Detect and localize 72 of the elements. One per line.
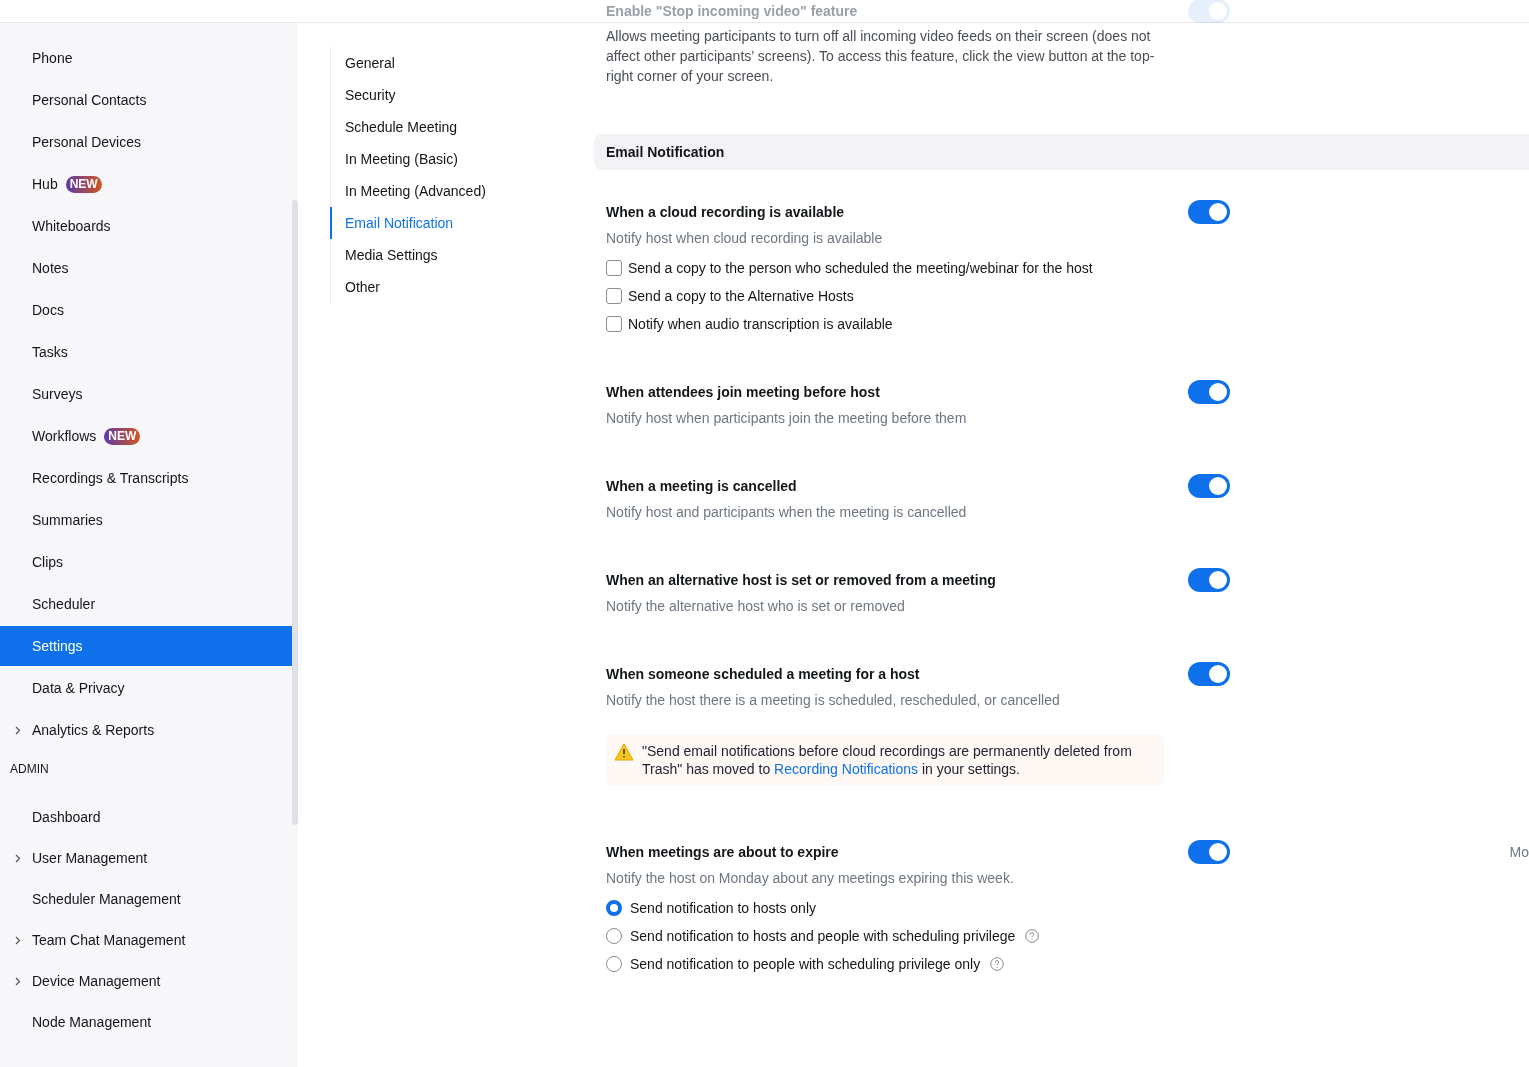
- setting-title: Enable "Stop incoming video" feature: [606, 1, 858, 21]
- help-icon[interactable]: [990, 957, 1005, 971]
- setting-description: Notify host when participants join the meeting before them: [606, 409, 968, 428]
- toggle-switch[interactable]: [1188, 568, 1230, 592]
- checkbox[interactable]: [606, 288, 622, 304]
- sidebar-item[interactable]: Analytics & Reports: [0, 710, 292, 750]
- setting-title: When a meeting is cancelled: [606, 477, 798, 496]
- option-label: Notify when audio transcription is available: [628, 314, 893, 334]
- notice-text: "Send email notifications before cloud recordings are permanently deleted from Trash" has moved to Recording Notifications in your settings.: [642, 742, 1133, 778]
- section-heading: ADMIN: [9, 761, 50, 778]
- toggle-switch[interactable]: [1188, 380, 1230, 404]
- sidebar-item[interactable]: User Management: [0, 838, 292, 878]
- setting-description: Notify the host on Monday about any meetings expiring this week.: [606, 869, 1015, 888]
- setting-description: Notify host and participants when the meeting is cancelled: [606, 503, 968, 522]
- sidebar-item[interactable]: Whiteboards: [0, 206, 292, 246]
- option-label: Send a copy to the Alternative Hosts: [628, 286, 854, 306]
- section-header: Email Notification: [594, 134, 1529, 170]
- new-badge: NEW: [104, 427, 141, 445]
- scrollbar[interactable]: [292, 200, 298, 825]
- toggle-switch[interactable]: [1188, 662, 1230, 686]
- sidebar-item[interactable]: Docs: [0, 290, 292, 330]
- setting-description: Notify the host there is a meeting is scheduled, rescheduled, or cancelled: [606, 691, 1061, 710]
- setting-title: When an alternative host is set or removed from a meeting: [606, 571, 997, 590]
- sidebar-item[interactable]: Data & Privacy: [0, 668, 292, 708]
- recording-notifications-link[interactable]: Recording Notifications: [774, 761, 919, 777]
- new-badge: NEW: [65, 175, 102, 193]
- sidebar-item[interactable]: Phone: [0, 38, 292, 78]
- toggle-switch[interactable]: [1188, 474, 1230, 498]
- sidebar-item[interactable]: Team Chat Management: [0, 920, 292, 960]
- sidebar-item[interactable]: Clips: [0, 542, 292, 582]
- option-label: Send notification to hosts and people with scheduling privilege: [630, 926, 1016, 946]
- sidebar-item[interactable]: Dashboard: [0, 797, 292, 837]
- help-icon[interactable]: [1025, 929, 1040, 943]
- setting-title: When attendees join meeting before host: [606, 383, 881, 402]
- warning-icon: [614, 743, 634, 761]
- side-text: Mo: [1509, 843, 1529, 862]
- setting-title: When a cloud recording is available: [606, 203, 846, 222]
- sidebar-item[interactable]: Recordings & Transcripts: [0, 458, 292, 498]
- option-label: Send a copy to the person who scheduled the meeting/webinar for the host: [628, 258, 1093, 278]
- option-label: Send notification to people with scheduling privilege only: [630, 954, 981, 974]
- option-label: Send notification to hosts only: [630, 898, 816, 918]
- toggle-switch[interactable]: [1188, 200, 1230, 224]
- section-nav-item[interactable]: General: [330, 47, 594, 79]
- section-nav-item[interactable]: Media Settings: [330, 239, 594, 271]
- section-nav-item[interactable]: Schedule Meeting: [330, 111, 594, 143]
- sidebar-item[interactable]: Workflows NEW: [0, 416, 292, 456]
- sidebar-item[interactable]: Hub NEW: [0, 164, 292, 204]
- sidebar-item[interactable]: Scheduler Management: [0, 879, 292, 919]
- sidebar-item[interactable]: Tasks: [0, 332, 292, 372]
- sidebar-item[interactable]: Device Management: [0, 961, 292, 1001]
- sidebar-item[interactable]: Settings: [0, 626, 292, 666]
- section-nav-item[interactable]: Other: [330, 271, 594, 303]
- sidebar-item[interactable]: Node Management: [0, 1002, 292, 1042]
- checkbox[interactable]: [606, 260, 622, 276]
- section-nav-item[interactable]: Security: [330, 79, 594, 111]
- section-nav-item[interactable]: In Meeting (Advanced): [330, 175, 594, 207]
- setting-description: Notify host when cloud recording is available: [606, 229, 884, 248]
- toggle-switch[interactable]: [1188, 840, 1230, 864]
- sidebar-item[interactable]: Summaries: [0, 500, 292, 540]
- sidebar-item[interactable]: Notes: [0, 248, 292, 288]
- sidebar-item[interactable]: Personal Contacts: [0, 80, 292, 120]
- setting-title: When meetings are about to expire: [606, 843, 840, 862]
- sidebar-item[interactable]: Surveys: [0, 374, 292, 414]
- setting-description: Allows meeting participants to turn off all incoming video feeds on their screen (does not affect other participants’ screens). To access this feature, click the view button at the top-right corner of your screen.: [606, 27, 1156, 86]
- sidebar-item[interactable]: Scheduler: [0, 584, 292, 624]
- section-nav-item[interactable]: Email Notification: [330, 207, 594, 239]
- section-nav-item[interactable]: In Meeting (Basic): [330, 143, 594, 175]
- radio-button[interactable]: [606, 900, 622, 916]
- checkbox[interactable]: [606, 316, 622, 332]
- sidebar-item[interactable]: Personal Devices: [0, 122, 292, 162]
- setting-description: Notify the alternative host who is set or removed: [606, 597, 906, 616]
- setting-title: When someone scheduled a meeting for a host: [606, 665, 921, 684]
